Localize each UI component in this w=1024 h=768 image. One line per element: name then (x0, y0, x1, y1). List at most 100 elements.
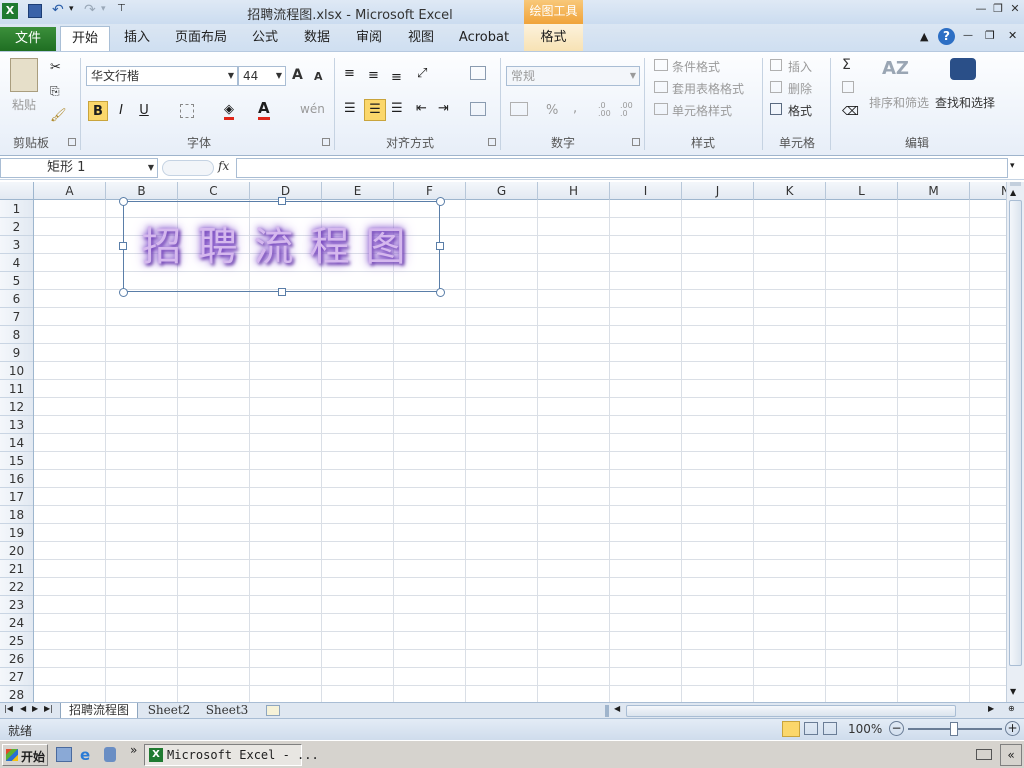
wb-close-icon[interactable]: ✕ (1008, 29, 1017, 42)
column-header-h[interactable]: H (538, 182, 610, 200)
select-all-button[interactable] (0, 182, 34, 200)
conditional-format-icon[interactable] (654, 59, 668, 71)
column-header-j[interactable]: J (682, 182, 754, 200)
restore-icon[interactable]: ❐ (991, 3, 1005, 15)
column-header-f[interactable]: F (394, 182, 466, 200)
row-header-10[interactable]: 10 (0, 362, 33, 380)
find-select-button[interactable]: 查找和选择 (935, 94, 995, 111)
zoom-level[interactable]: 100% (848, 722, 882, 736)
more-quicklaunch-icon[interactable]: » (130, 743, 137, 757)
row-header-1[interactable]: 1 (0, 200, 33, 218)
orientation-icon[interactable]: ⤢ (417, 66, 427, 81)
minimize-icon[interactable]: — (974, 3, 988, 15)
number-format-select[interactable]: 常规 ▼ (506, 66, 640, 86)
underline-button[interactable]: U (134, 101, 154, 121)
row-header-22[interactable]: 22 (0, 578, 33, 596)
row-header-26[interactable]: 26 (0, 650, 33, 668)
first-sheet-icon[interactable]: |◀ (4, 704, 13, 713)
close-icon[interactable]: ✕ (1008, 3, 1022, 15)
row-header-13[interactable]: 13 (0, 416, 33, 434)
row-header-25[interactable]: 25 (0, 632, 33, 650)
row-header-2[interactable]: 2 (0, 218, 33, 236)
resize-handle-top-left[interactable] (119, 197, 128, 206)
find-select-icon[interactable] (950, 58, 976, 80)
decrease-indent-icon[interactable]: ⇤ (416, 101, 427, 116)
delete-cells-button[interactable]: 删除 (788, 80, 812, 97)
collapse-ribbon-icon[interactable]: ▲ (920, 30, 928, 43)
fill-color-icon[interactable]: ◈ (224, 102, 234, 120)
conditional-format-button[interactable]: 条件格式 (672, 58, 720, 75)
currency-icon[interactable] (510, 102, 528, 116)
formula-bar-handle-icon[interactable] (162, 160, 214, 176)
resize-handle-bottom-right[interactable] (436, 288, 445, 297)
alignment-launcher-icon[interactable] (488, 138, 496, 146)
resize-corner-icon[interactable]: ⊕ (1008, 704, 1015, 713)
sheet-tab[interactable]: Sheet3 (200, 703, 254, 719)
column-header-c[interactable]: C (178, 182, 250, 200)
wrap-text-icon[interactable] (470, 66, 486, 80)
row-header-11[interactable]: 11 (0, 380, 33, 398)
row-header-14[interactable]: 14 (0, 434, 33, 452)
comma-button[interactable]: , (573, 101, 577, 116)
start-button[interactable]: 开始 (2, 744, 48, 766)
row-header-23[interactable]: 23 (0, 596, 33, 614)
zoom-in-icon[interactable]: + (1005, 721, 1020, 736)
column-header-e[interactable]: E (322, 182, 394, 200)
scroll-right-icon[interactable]: ▶ (988, 704, 994, 713)
cell-styles-icon[interactable] (654, 103, 668, 115)
increase-indent-icon[interactable]: ⇥ (438, 101, 449, 116)
expand-formula-bar-icon[interactable]: ▾ (1010, 161, 1015, 171)
align-center-icon[interactable]: ☰ (364, 99, 386, 121)
ie-icon[interactable]: e (80, 746, 90, 764)
align-right-icon[interactable]: ☰ (391, 101, 403, 116)
bold-button[interactable]: B (88, 101, 108, 121)
tab-home[interactable]: 开始 (60, 26, 110, 52)
phonetic-icon[interactable]: wén (300, 102, 325, 116)
column-header-d[interactable]: D (250, 182, 322, 200)
column-header-m[interactable]: M (898, 182, 970, 200)
scroll-up-icon[interactable]: ▲ (1010, 188, 1016, 197)
row-header-20[interactable]: 20 (0, 542, 33, 560)
column-header-l[interactable]: L (826, 182, 898, 200)
media-icon[interactable] (104, 747, 116, 762)
wb-minimize-icon[interactable]: — (963, 30, 973, 41)
align-bottom-icon[interactable]: ≡ (391, 70, 402, 85)
font-launcher-icon[interactable] (322, 138, 330, 146)
align-middle-icon[interactable]: ≡ (368, 68, 379, 83)
normal-view-icon[interactable] (782, 721, 800, 737)
autosum-button[interactable]: Σ (842, 57, 851, 73)
column-header-g[interactable]: G (466, 182, 538, 200)
clear-icon[interactable]: ⌫ (842, 104, 859, 118)
last-sheet-icon[interactable]: ▶| (44, 704, 53, 713)
taskbar-excel-window[interactable]: X Microsoft Excel - ... (144, 744, 319, 766)
prev-sheet-icon[interactable]: ◀ (20, 704, 26, 713)
tab-acrobat[interactable]: Acrobat (454, 27, 514, 51)
scroll-left-icon[interactable]: ◀ (614, 704, 620, 713)
row-header-16[interactable]: 16 (0, 470, 33, 488)
formula-input[interactable] (236, 158, 1008, 178)
paste-icon[interactable] (10, 58, 38, 92)
tab-file[interactable]: 文件 (0, 27, 56, 51)
row-header-8[interactable]: 8 (0, 326, 33, 344)
tab-view[interactable]: 视图 (400, 27, 442, 51)
name-box[interactable]: 矩形 1 ▼ (0, 158, 158, 178)
next-sheet-icon[interactable]: ▶ (32, 704, 38, 713)
row-header-3[interactable]: 3 (0, 236, 33, 254)
cell-styles-button[interactable]: 单元格样式 (672, 102, 732, 119)
sort-filter-button[interactable]: 排序和筛选 (869, 94, 929, 111)
split-box-icon[interactable] (1010, 182, 1021, 186)
row-header-15[interactable]: 15 (0, 452, 33, 470)
zoom-out-icon[interactable]: − (889, 721, 904, 736)
insert-function-icon[interactable]: fx (218, 159, 229, 173)
percent-button[interactable]: % (546, 103, 558, 118)
resize-handle-bottom-left[interactable] (119, 288, 128, 297)
wordart-text[interactable]: 招聘流程图 (124, 214, 439, 272)
increase-decimal-button[interactable]: .0 .00 (598, 102, 618, 118)
resize-handle-bottom[interactable] (278, 288, 286, 296)
column-header-i[interactable]: I (610, 182, 682, 200)
row-header-6[interactable]: 6 (0, 290, 33, 308)
format-table-icon[interactable] (654, 81, 668, 93)
keyboard-icon[interactable] (976, 749, 992, 760)
paste-label[interactable]: 粘贴 (12, 96, 36, 113)
help-icon[interactable]: ? (938, 28, 955, 45)
